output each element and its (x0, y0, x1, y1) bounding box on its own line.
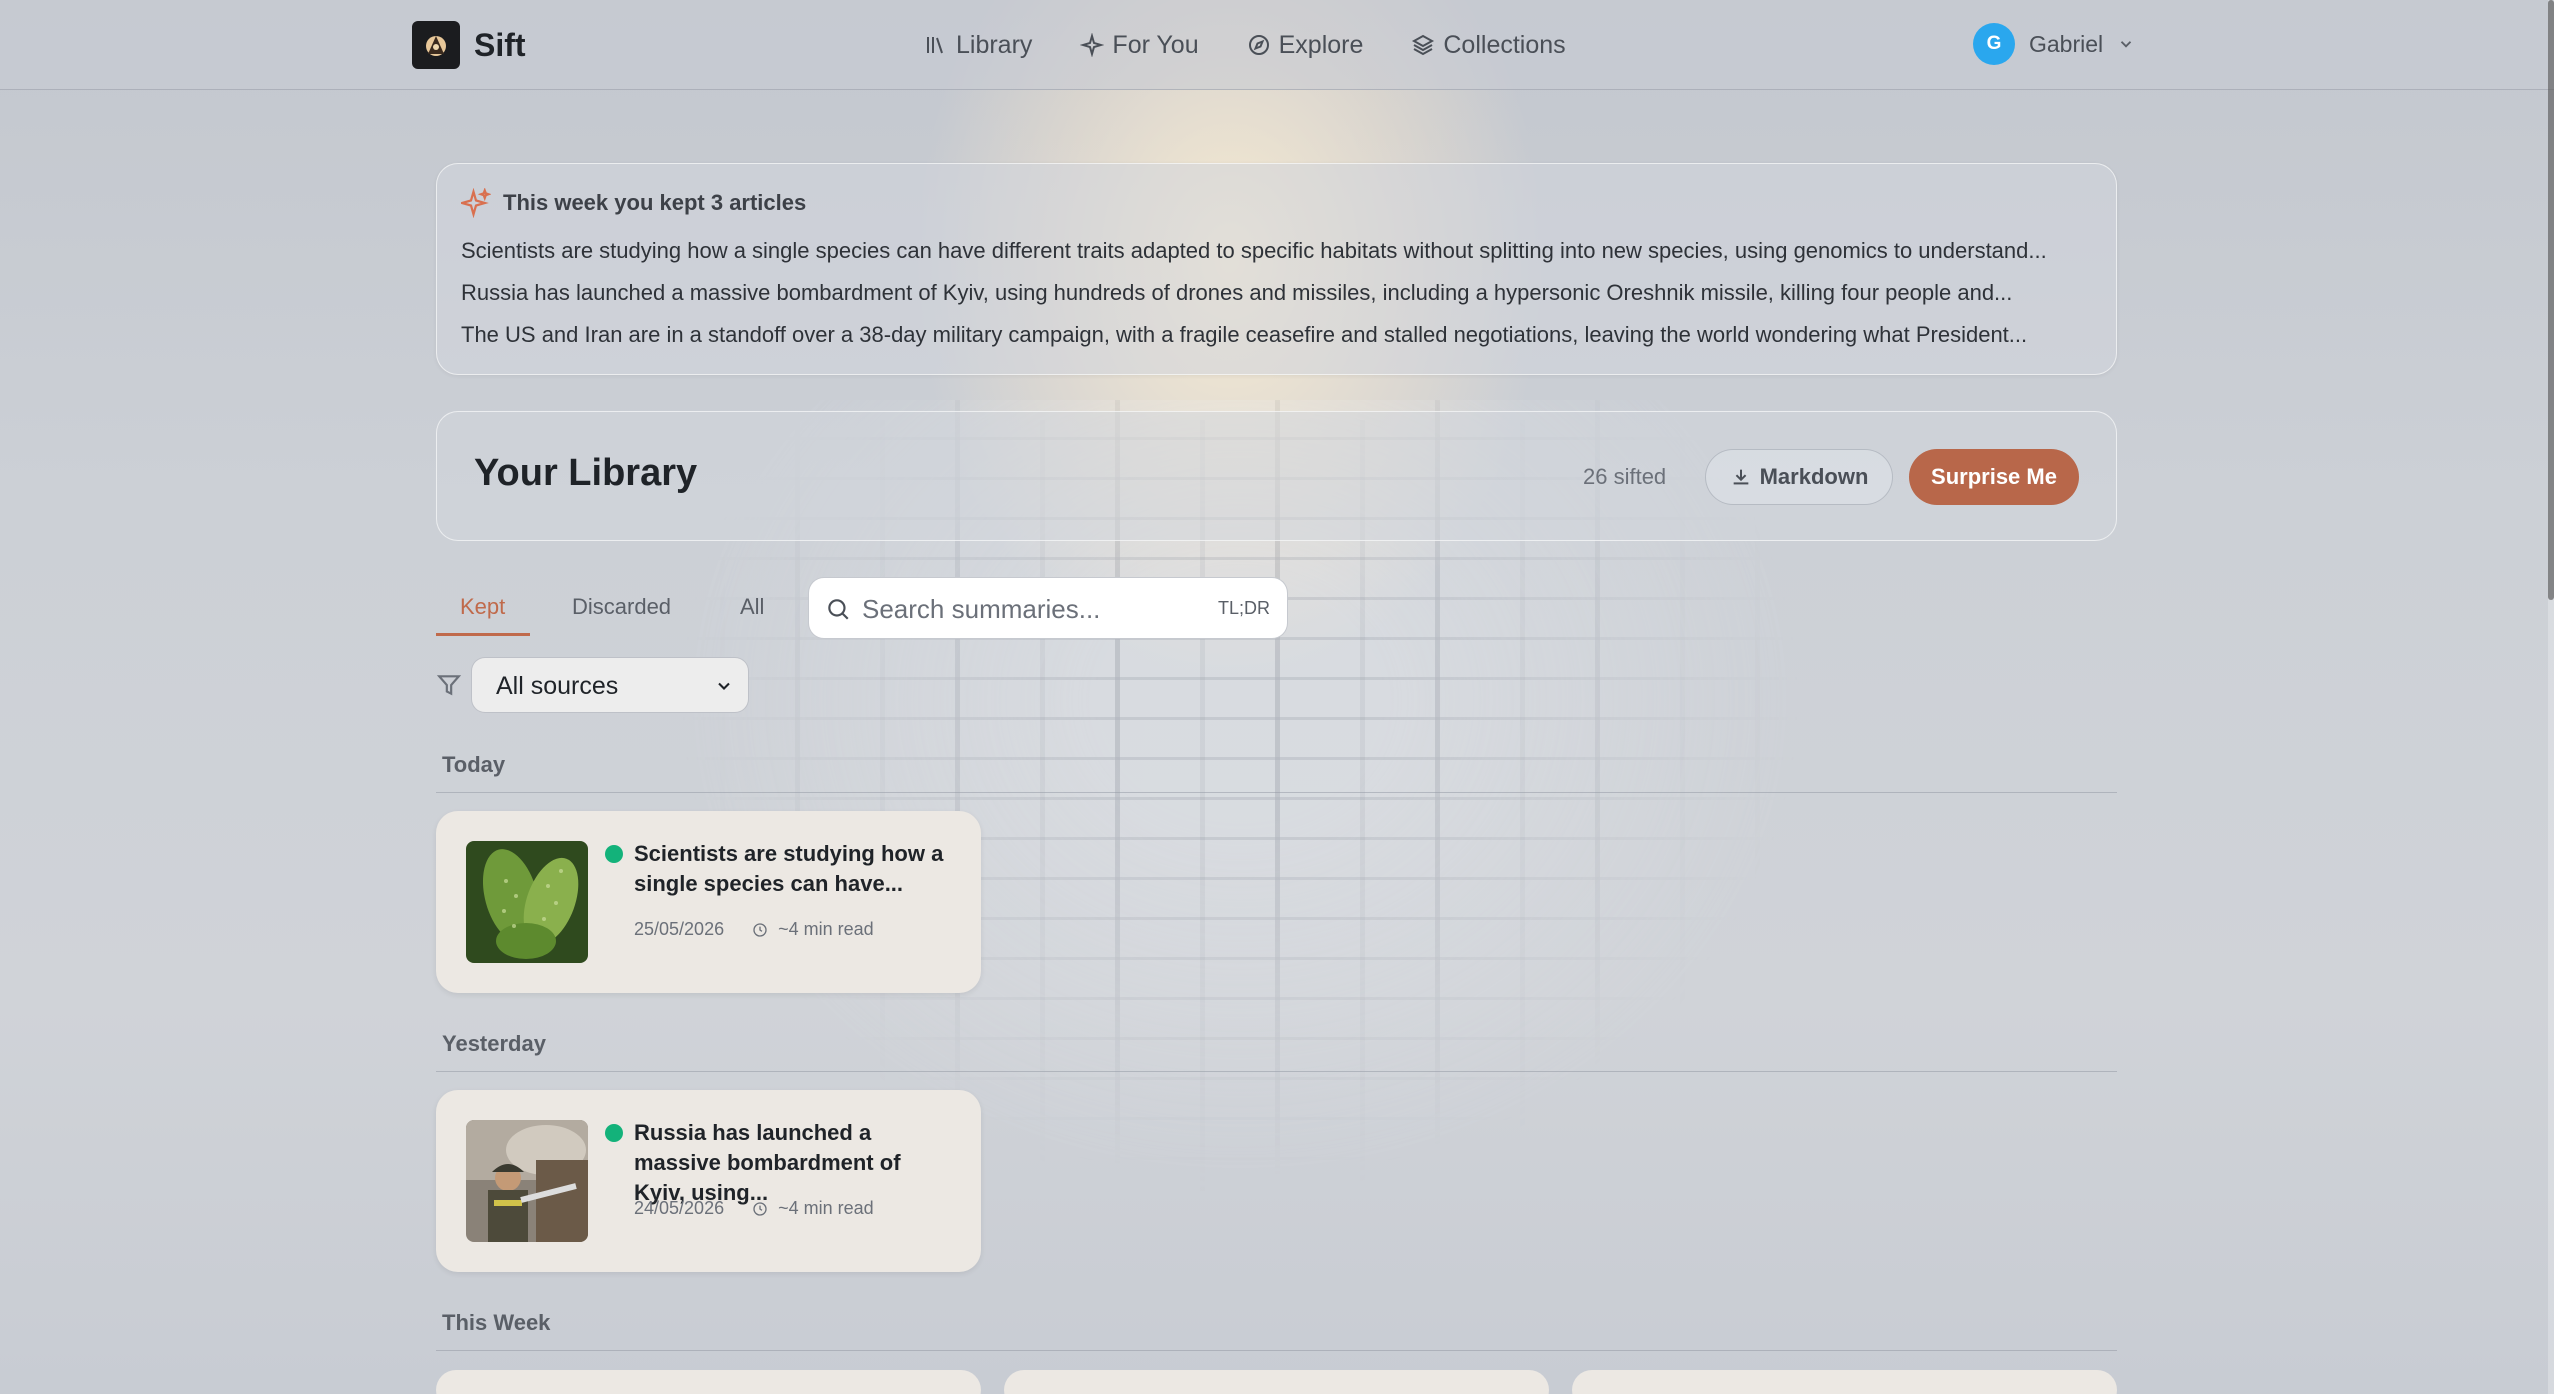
tab-all[interactable]: All (740, 594, 764, 620)
nav-explore[interactable]: Explore (1247, 30, 1364, 60)
nav-for-you[interactable]: For You (1080, 30, 1199, 60)
status-dot (605, 845, 623, 863)
search-box[interactable]: TL;DR (808, 577, 1288, 639)
tab-kept[interactable]: Kept (460, 594, 505, 620)
sparkle-icon (1080, 33, 1105, 57)
article-card[interactable]: Scientists are studying how a single spe… (436, 811, 981, 993)
download-icon (1733, 469, 1748, 485)
weekly-summary-title: This week you kept 3 articles (503, 190, 807, 215)
compass-icon (1248, 35, 1269, 55)
clock-icon (753, 922, 767, 937)
article-read-time: ~4 min read (778, 1198, 874, 1218)
summary-line[interactable]: Scientists are studying how a single spe… (461, 238, 2047, 264)
section-divider (436, 1350, 2117, 1351)
active-tab-indicator (436, 633, 530, 636)
article-date: 24/05/2026 (634, 1198, 725, 1218)
leaves-image (466, 841, 588, 963)
source-filter-select[interactable]: All sources (471, 657, 749, 713)
clock-icon (753, 1201, 767, 1216)
nav-collections-label: Collections (1443, 30, 1566, 59)
search-shortcut-badge: TL;DR (1217, 598, 1270, 618)
source-filter-value: All sources (496, 672, 619, 700)
firefighter-image (466, 1120, 588, 1242)
library-header-card: Your Library 26 sifted Markdown Surprise… (436, 411, 2117, 541)
article-card[interactable]: Russia has launched a massive bombardmen… (436, 1090, 981, 1272)
article-card[interactable] (1004, 1370, 1549, 1394)
nav-explore-label: Explore (1278, 30, 1364, 59)
nav-library-label: Library (956, 30, 1033, 59)
export-markdown-label: Markdown (1759, 464, 1869, 489)
sifted-count: 26 sifted (1583, 464, 1667, 489)
filter-icon (436, 675, 462, 696)
tab-discarded[interactable]: Discarded (572, 594, 671, 620)
weekly-summary-header: This week you kept 3 articles (461, 188, 806, 218)
status-dot (605, 1124, 623, 1142)
article-thumbnail (466, 841, 588, 963)
section-divider (436, 792, 2117, 793)
article-meta: 24/05/2026 ~4 min read (634, 1198, 874, 1219)
article-meta: 25/05/2026 ~4 min read (634, 919, 874, 940)
logo-icon (426, 36, 446, 56)
user-menu[interactable]: G Gabriel (1973, 23, 2135, 65)
chevron-down-icon (2120, 41, 2132, 48)
article-card[interactable] (1572, 1370, 2117, 1394)
weekly-summary-card: This week you kept 3 articles Scientists… (436, 163, 2117, 375)
surprise-me-button[interactable]: Surprise Me (1909, 449, 2079, 505)
main-nav: Library For You Explore Collections (924, 22, 1566, 68)
article-title: Scientists are studying how a single spe… (634, 841, 944, 896)
export-markdown-button[interactable]: Markdown (1705, 449, 1893, 505)
section-label-yesterday: Yesterday (442, 1031, 546, 1056)
nav-for-you-label: For You (1112, 30, 1199, 59)
app-name: Sift (474, 26, 526, 63)
article-title: Russia has launched a massive bombardmen… (634, 1120, 901, 1205)
layers-icon (1412, 34, 1435, 56)
sparkles-icon (461, 188, 491, 218)
page-title: Your Library (474, 452, 698, 494)
section-label-this-week: This Week (442, 1310, 551, 1335)
avatar: G (1973, 23, 2015, 65)
article-date: 25/05/2026 (634, 919, 725, 939)
nav-library[interactable]: Library (924, 31, 1032, 60)
article-thumbnail (466, 1120, 588, 1242)
scrollbar-thumb[interactable] (2548, 0, 2554, 600)
chevron-down-icon (718, 682, 730, 690)
library-icon (927, 37, 943, 54)
search-icon (828, 599, 849, 620)
nav-collections[interactable]: Collections (1411, 30, 1566, 60)
app-logo (412, 21, 460, 69)
search-input[interactable] (862, 590, 1192, 628)
top-navigation-bar: Sift Library For You Explore Collections (0, 0, 2554, 90)
brand[interactable]: Sift (412, 21, 526, 69)
article-read-time: ~4 min read (778, 919, 874, 939)
summary-line[interactable]: The US and Iran are in a standoff over a… (461, 322, 2027, 348)
summary-line[interactable]: Russia has launched a massive bombardmen… (461, 280, 2012, 306)
user-name: Gabriel (2029, 30, 2104, 57)
article-card[interactable] (436, 1370, 981, 1394)
section-label-today: Today (442, 752, 506, 777)
section-divider (436, 1071, 2117, 1072)
